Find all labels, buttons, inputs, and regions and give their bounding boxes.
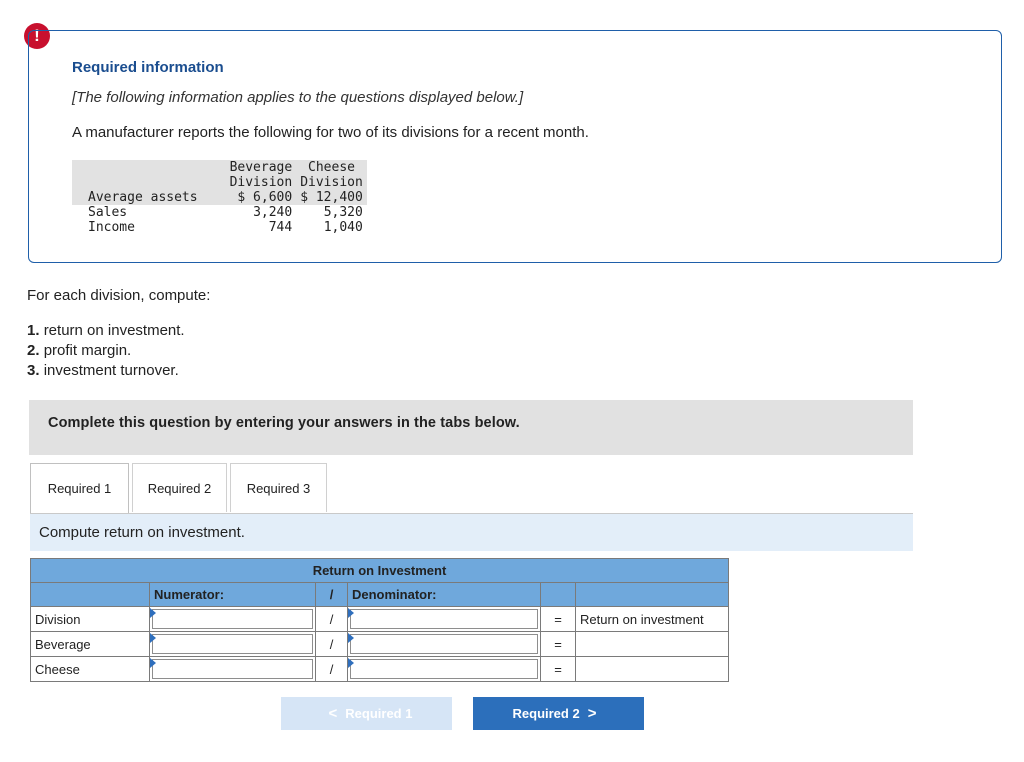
task-number: 3. <box>27 362 40 379</box>
division-data-table: Beverage Division Cheese Division Averag… <box>72 160 367 235</box>
task-item: 2. profit margin. <box>27 341 185 361</box>
equals-sign: = <box>540 631 576 657</box>
beverage-header-line2: Division <box>229 175 293 190</box>
numerator-label: Numerator: <box>149 582 316 607</box>
task-text: investment turnover. <box>43 362 179 379</box>
instruction-text: Compute return on investment. <box>39 524 245 541</box>
beverage-header: Beverage Division <box>225 160 297 190</box>
denominator-input[interactable] <box>350 634 538 654</box>
divide-sign: / <box>315 606 348 632</box>
row-label: Average assets <box>72 190 226 205</box>
row-label: Income <box>88 220 135 235</box>
tab-required-2[interactable]: Required 2 <box>132 463 227 512</box>
cheese-header: Cheese Division <box>296 160 367 190</box>
numerator-input[interactable] <box>152 634 313 654</box>
instruction-bar: Compute return on investment. <box>30 514 913 551</box>
result-header: Return on investment <box>575 606 729 632</box>
task-number: 2. <box>27 342 40 359</box>
header-blank-cell <box>575 582 729 607</box>
divide-sign: / <box>315 656 348 682</box>
row-label: Cheese <box>30 656 150 682</box>
header-blank-cell <box>30 582 150 607</box>
prev-required-button[interactable]: < Required 1 <box>281 697 452 730</box>
task-text: return on investment. <box>43 322 185 339</box>
denominator-input[interactable] <box>350 659 538 679</box>
divide-sign: / <box>315 631 348 657</box>
task-number: 1. <box>27 322 40 339</box>
numerator-input[interactable] <box>152 659 313 679</box>
task-list: 1. return on investment. 2. profit margi… <box>27 321 185 381</box>
cheese-header-line1: Cheese <box>308 160 355 175</box>
numerator-cell <box>149 606 316 632</box>
denominator-input[interactable] <box>350 609 538 629</box>
required-info-note: [The following information applies to th… <box>72 89 524 106</box>
required-info-title: Required information <box>72 59 224 76</box>
equals-sign: = <box>540 606 576 632</box>
next-label: Required 2 <box>512 706 580 721</box>
numerator-cell <box>149 656 316 682</box>
beverage-value: 3,240 <box>253 205 293 220</box>
chevron-right-icon: > <box>587 705 597 722</box>
row-label: Division <box>30 606 150 632</box>
equals-sign: = <box>540 656 576 682</box>
cheese-value: 1,040 <box>323 220 363 235</box>
chevron-left-icon: < <box>328 705 338 722</box>
instruction-banner: Complete this question by entering your … <box>29 400 913 455</box>
row-label: Sales <box>88 205 128 220</box>
task-text: profit margin. <box>43 342 132 359</box>
next-required-button[interactable]: Required 2 > <box>473 697 644 730</box>
task-item: 1. return on investment. <box>27 321 185 341</box>
denominator-cell <box>347 606 541 632</box>
cheese-value: 5,320 <box>323 205 363 220</box>
denominator-label: Denominator: <box>347 582 541 607</box>
prev-label: Required 1 <box>345 706 413 721</box>
tab-required-1[interactable]: Required 1 <box>30 463 129 514</box>
denominator-cell <box>347 631 541 657</box>
header-blank <box>72 160 226 190</box>
beverage-value: $ 6,600 <box>225 190 297 205</box>
beverage-value: 744 <box>268 220 293 235</box>
tab-required-3[interactable]: Required 3 <box>230 463 327 512</box>
result-cell <box>575 631 729 657</box>
cheese-value: $ 12,400 <box>296 190 367 205</box>
for-each-prompt: For each division, compute: <box>27 287 211 304</box>
cheese-header-line2: Division <box>300 175 363 190</box>
result-cell <box>575 656 729 682</box>
denominator-cell <box>347 656 541 682</box>
header-blank-cell <box>540 582 576 607</box>
row-label: Beverage <box>30 631 150 657</box>
task-item: 3. investment turnover. <box>27 361 185 381</box>
roi-table-title: Return on Investment <box>30 558 729 583</box>
divide-sign: / <box>315 582 348 607</box>
beverage-header-line1: Beverage <box>229 160 293 175</box>
numerator-cell <box>149 631 316 657</box>
instruction-banner-text: Complete this question by entering your … <box>48 415 520 431</box>
numerator-input[interactable] <box>152 609 313 629</box>
roi-table: Return on Investment Numerator: / Denomi… <box>30 558 729 682</box>
required-info-intro: A manufacturer reports the following for… <box>72 124 589 141</box>
